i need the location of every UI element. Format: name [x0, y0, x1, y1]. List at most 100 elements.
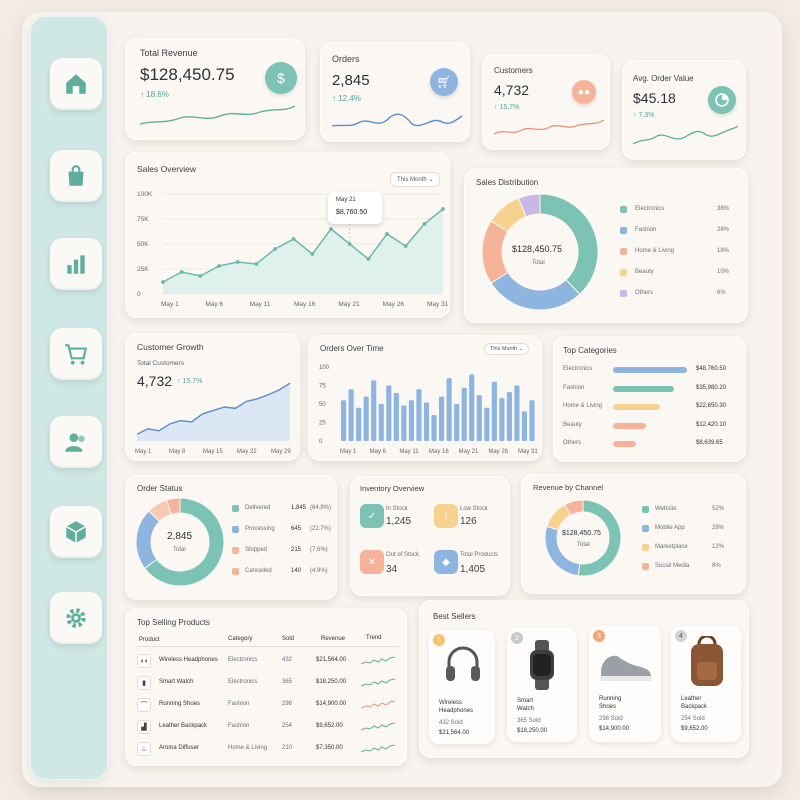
trend-sparkline: [361, 700, 395, 709]
inventory-label: Total Products: [460, 552, 499, 558]
product-revenue: $9,652.00: [681, 726, 708, 732]
donut-center-label: Total: [532, 260, 545, 266]
data-point: [273, 247, 277, 251]
kpi-change: ↑ 7.3%: [633, 112, 655, 119]
backpack-icon: [691, 636, 723, 686]
sidebar-item-customers[interactable]: [50, 416, 102, 468]
headphones-icon: [446, 646, 480, 681]
x-tick-label: May 31: [427, 301, 449, 308]
legend-label: Marketplace: [655, 544, 688, 550]
check-icon: ✓: [360, 504, 384, 528]
rank-badge: 4: [675, 630, 687, 642]
sidebar-item-inventory[interactable]: [50, 506, 102, 558]
legend-label: Fashion: [635, 227, 657, 233]
kpi-sparkline: [633, 125, 738, 145]
product-category: Electronics: [228, 679, 258, 685]
table-row[interactable]: ▮ Smart Watch Electronics 365 $18,250.00: [125, 674, 407, 694]
trend-sparkline: [361, 744, 395, 753]
product-name: Smart: [517, 698, 534, 704]
product-sold: 298: [282, 701, 293, 707]
order-bar: [454, 404, 460, 441]
legend-swatch: [620, 206, 627, 213]
x-tick-label: May 16: [294, 301, 316, 308]
y-tick-label: 100: [319, 365, 330, 371]
sidebar-item-home[interactable]: [50, 58, 102, 110]
data-point: [422, 222, 427, 226]
legend-swatch: [642, 525, 649, 532]
area-fill: [137, 383, 290, 441]
x-box-icon: ✕: [360, 550, 384, 574]
product-revenue: $9,652.00: [316, 723, 343, 729]
kpi-change: ↑ 18.6%: [140, 90, 169, 99]
legend-label: Website: [655, 506, 677, 512]
trend-line: [361, 722, 395, 731]
best-seller-item[interactable]: 4 Leather Backpack 254 Sold $9,652.00: [671, 626, 741, 742]
legend-value: 52%: [712, 506, 725, 512]
legend-label: Shipped: [245, 547, 268, 553]
donut-slice: [490, 271, 581, 311]
order-bar: [423, 402, 430, 441]
table-row[interactable]: ▟ Leather Backpack Fashion 254 $9,652.00: [125, 718, 407, 738]
x-tick-label: May 6: [205, 301, 223, 308]
legend-value: 10%: [717, 269, 730, 275]
headphones-icon: ◖◗: [137, 654, 151, 668]
cart-icon: 🛒︎: [430, 68, 458, 96]
y-tick-label: 75: [319, 384, 326, 390]
legend-swatch: [232, 568, 239, 575]
x-tick-label: May 31: [518, 449, 538, 455]
table-row[interactable]: ⌒ Running Shoes Fashion 298 $14,900.00: [125, 696, 407, 716]
y-tick-label: 25K: [137, 266, 149, 273]
inventory-label: In Stock: [386, 506, 408, 512]
sidebar-item-settings[interactable]: [50, 592, 102, 644]
y-tick-label: 0: [137, 291, 141, 298]
card-title: Revenue by Channel: [533, 483, 604, 492]
legend-label: Cancelled: [245, 568, 272, 574]
kpi-change: ↑ 15.7%: [494, 104, 520, 111]
orders-over-time-card: Orders Over Time This Month ⌄ 100 75 50 25 0…: [308, 335, 542, 461]
inventory-label: Low Stock: [460, 506, 488, 512]
y-tick-label: 25: [319, 421, 326, 427]
legend-count: 140: [291, 568, 302, 574]
order-bar: [416, 389, 422, 441]
category-label: Electronics: [563, 366, 593, 372]
best-seller-item[interactable]: 3 Running Shoes 298 Sold $14,900.00: [589, 626, 661, 742]
bar-chart-icon: [67, 255, 85, 274]
data-point: [366, 257, 371, 261]
top-categories-card: Top Categories Electronics $48,760.50 Fash…: [553, 336, 746, 462]
home-icon: [66, 74, 86, 94]
sidebar: [30, 16, 108, 780]
product-sold: 432: [282, 657, 293, 663]
order-bar: [499, 398, 505, 441]
dollar-icon: $: [265, 62, 297, 94]
product-name: Leather Backpack: [159, 723, 208, 729]
legend-label: Mobile App: [655, 525, 685, 531]
order-bar: [363, 396, 369, 441]
x-tick-label: May 21: [338, 301, 360, 308]
order-bar: [408, 400, 414, 441]
users-icon: ●●: [572, 80, 596, 104]
shopping-bag-icon: [68, 165, 84, 186]
legend-swatch: [232, 505, 239, 512]
table-row[interactable]: ◖◗ Wireless Headphones Electronics 432 $21,5…: [125, 652, 407, 672]
legend-label: Others: [635, 290, 654, 296]
order-bar: [356, 407, 362, 441]
table-row[interactable]: ♨ Aroma Diffuser Home & Living 210 $7,350.00: [125, 740, 407, 760]
legend-swatch: [620, 269, 627, 276]
sidebar-item-products[interactable]: [50, 150, 102, 202]
best-seller-item[interactable]: 2 Smart Watch 365 Sold $18,250.00: [507, 628, 577, 742]
sidebar-item-analytics[interactable]: [50, 238, 102, 290]
sidebar-item-orders[interactable]: [50, 328, 102, 380]
product-category: Fashion: [228, 701, 250, 707]
category-value: $35,980.20: [696, 384, 727, 391]
legend-label: Processing: [245, 526, 275, 532]
revenue-channel-donut: [544, 499, 622, 577]
category-bar: [613, 385, 674, 392]
legend-swatch: [232, 526, 239, 533]
customer-growth-card: Customer Growth Total Customers 4,732 ↑ …: [125, 333, 300, 461]
data-point: [310, 252, 315, 256]
best-seller-item[interactable]: 1 Wireless Headphones 432 Sold $21,564.0…: [429, 630, 495, 744]
x-tick-label: May 22: [237, 449, 257, 455]
column-header: Product: [139, 637, 160, 643]
donut-slice: [135, 510, 161, 570]
x-tick-label: May 11: [250, 301, 271, 308]
